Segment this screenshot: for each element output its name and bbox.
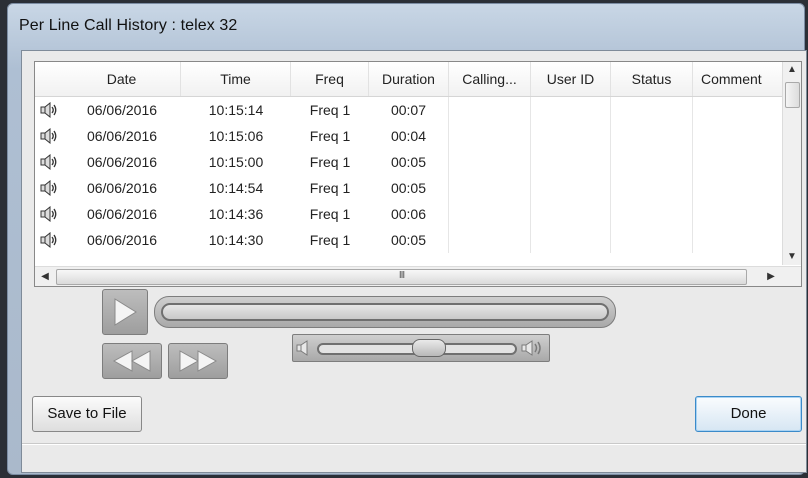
speaker-icon[interactable]	[35, 123, 63, 149]
cell-empty	[693, 201, 783, 227]
cell-empty	[449, 97, 531, 123]
speaker-icon[interactable]	[35, 97, 63, 123]
rewind-button[interactable]	[102, 343, 162, 379]
col-header-icon[interactable]	[35, 62, 63, 96]
cell-time: 10:15:00	[208, 154, 264, 170]
cell-empty	[611, 123, 693, 149]
cell-empty	[611, 97, 693, 123]
scroll-up-arrow-icon[interactable]: ▲	[783, 62, 801, 78]
speaker-icon[interactable]	[35, 201, 63, 227]
fast-forward-button[interactable]	[168, 343, 228, 379]
cell-empty	[693, 149, 783, 175]
cell-duration: 00:05	[369, 149, 449, 175]
cell-freq: Freq 1	[309, 102, 351, 118]
dialog-client-area: Date Time Freq Duration Calling... User …	[21, 50, 807, 473]
cell-empty	[693, 175, 783, 201]
cell-duration: 00:07	[369, 97, 449, 123]
speaker-icon[interactable]	[35, 149, 63, 175]
col-header-calling[interactable]: Calling...	[449, 62, 531, 96]
cell-freq: Freq 1	[309, 232, 351, 248]
cell-empty	[531, 201, 611, 227]
cell-empty	[449, 123, 531, 149]
cell-empty	[449, 149, 531, 175]
fast-forward-icon	[179, 350, 218, 372]
speaker-icon[interactable]	[35, 175, 63, 201]
horizontal-scrollbar[interactable]: ◀ III ▶	[35, 266, 801, 286]
cell-empty	[611, 201, 693, 227]
volume-low-icon	[296, 340, 308, 356]
cell-empty	[531, 175, 611, 201]
cell-duration: 00:06	[369, 201, 449, 227]
vertical-scrollbar[interactable]: ▲ ▼	[782, 62, 801, 265]
cell-empty	[693, 97, 783, 123]
save-to-file-button[interactable]: Save to File	[32, 396, 142, 432]
cell-freq: Freq 1	[309, 180, 351, 196]
play-button[interactable]	[102, 289, 148, 335]
col-header-time[interactable]: Time	[181, 62, 291, 96]
table-row[interactable]: 06/06/2016 10:14:36 Freq 1 00:06	[35, 201, 783, 227]
col-header-duration[interactable]: Duration	[369, 62, 449, 96]
table-body: 06/06/2016 10:15:14 Freq 1 00:07 06/06/2016 1…	[35, 97, 783, 265]
cell-duration: 00:05	[369, 227, 449, 253]
cell-time: 10:15:14	[208, 102, 264, 118]
vertical-scroll-thumb[interactable]	[785, 82, 800, 108]
cell-freq: Freq 1	[309, 154, 351, 170]
cell-date: 06/06/2016	[86, 154, 158, 170]
col-header-freq[interactable]: Freq	[291, 62, 369, 96]
window-title: Per Line Call History : telex 32	[19, 17, 238, 34]
call-history-window: Per Line Call History : telex 32 Date Ti…	[6, 2, 807, 476]
playback-progress-bar[interactable]	[154, 296, 616, 328]
cell-empty	[531, 123, 611, 149]
cell-empty	[611, 227, 693, 253]
col-header-date[interactable]: Date	[63, 62, 181, 96]
scroll-left-arrow-icon[interactable]: ◀	[37, 267, 53, 286]
cell-time: 10:14:54	[208, 180, 264, 196]
cell-empty	[449, 175, 531, 201]
scroll-right-arrow-icon[interactable]: ▶	[763, 267, 779, 286]
cell-empty	[449, 201, 531, 227]
call-history-table: Date Time Freq Duration Calling... User …	[34, 61, 802, 287]
cell-time: 10:14:36	[208, 206, 264, 222]
cell-time: 10:14:30	[208, 232, 264, 248]
cell-empty	[531, 227, 611, 253]
cell-freq: Freq 1	[309, 128, 351, 144]
table-header: Date Time Freq Duration Calling... User …	[35, 62, 783, 97]
scroll-down-arrow-icon[interactable]: ▼	[783, 249, 801, 265]
cell-date: 06/06/2016	[86, 102, 158, 118]
cell-freq: Freq 1	[309, 206, 351, 222]
cell-empty	[449, 227, 531, 253]
table-row[interactable]: 06/06/2016 10:14:30 Freq 1 00:05	[35, 227, 783, 253]
cell-date: 06/06/2016	[86, 180, 158, 196]
cell-duration: 00:05	[369, 175, 449, 201]
cell-date: 06/06/2016	[86, 232, 158, 248]
cell-empty	[693, 123, 783, 149]
horizontal-scroll-thumb[interactable]: III	[56, 269, 747, 285]
volume-thumb[interactable]	[412, 339, 446, 357]
done-button[interactable]: Done	[695, 396, 802, 432]
cell-empty	[531, 149, 611, 175]
cell-date: 06/06/2016	[86, 206, 158, 222]
cell-time: 10:15:06	[208, 128, 264, 144]
play-icon	[114, 298, 137, 326]
scroll-grip: III	[398, 270, 405, 281]
col-header-comment[interactable]: Comment	[693, 62, 783, 96]
cell-date: 06/06/2016	[86, 128, 158, 144]
table-row[interactable]: 06/06/2016 10:15:06 Freq 1 00:04	[35, 123, 783, 149]
table-row[interactable]: 06/06/2016 10:14:54 Freq 1 00:05	[35, 175, 783, 201]
volume-slider[interactable]	[292, 334, 550, 362]
status-divider	[22, 443, 806, 445]
progress-track	[161, 303, 609, 321]
col-header-status[interactable]: Status	[611, 62, 693, 96]
cell-empty	[693, 227, 783, 253]
col-header-user-id[interactable]: User ID	[531, 62, 611, 96]
table-row[interactable]: 06/06/2016 10:15:14 Freq 1 00:07	[35, 97, 783, 123]
cell-duration: 00:04	[369, 123, 449, 149]
cell-empty	[531, 97, 611, 123]
table-row[interactable]: 06/06/2016 10:15:00 Freq 1 00:05	[35, 149, 783, 175]
rewind-icon	[112, 350, 151, 372]
cell-empty	[611, 149, 693, 175]
speaker-icon[interactable]	[35, 227, 63, 253]
volume-high-icon	[521, 340, 541, 356]
cell-empty	[611, 175, 693, 201]
